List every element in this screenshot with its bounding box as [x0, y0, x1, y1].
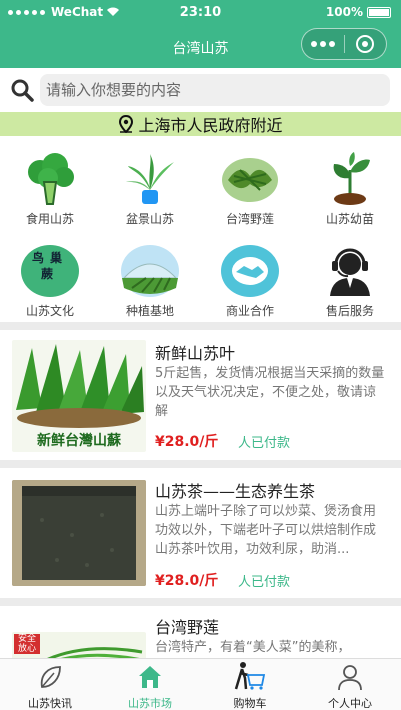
category-label: 种植基地 — [125, 304, 174, 318]
tab-market[interactable]: 山苏市场 — [100, 659, 200, 710]
search-input[interactable] — [40, 74, 390, 106]
product-image-caption: 新鲜台灣山蘇 — [37, 433, 121, 449]
product-card[interactable]: 安全 放心 台湾野莲 台湾特产，有着“美人菜”的美称， — [0, 606, 401, 658]
category-wild-lotus[interactable]: 台湾野莲 — [200, 152, 300, 227]
greenhouse-icon — [121, 245, 179, 297]
battery-icon — [367, 6, 391, 18]
broccoli-icon — [28, 153, 74, 205]
status-bar: WeChat 23:10 100% — [0, 0, 401, 26]
category-plantation[interactable]: 种植基地 — [100, 244, 200, 319]
category-label: 商业合作 — [225, 304, 274, 318]
section-divider — [0, 460, 401, 468]
location-text: 上海市人民政府附近 — [138, 116, 283, 135]
category-aftersales[interactable]: 售后服务 — [300, 244, 400, 319]
close-circle-icon — [356, 35, 375, 53]
search-bar — [0, 68, 401, 112]
battery-percent: 100% — [325, 5, 363, 19]
category-label: 台湾野莲 — [225, 212, 274, 226]
tab-label: 购物车 — [233, 697, 267, 710]
product-image: 安全 放心 — [12, 632, 146, 658]
tab-news[interactable]: 山苏快讯 — [0, 659, 100, 710]
cart-icon — [234, 662, 266, 690]
mini-program-capsule — [301, 28, 387, 60]
category-label: 山苏文化 — [25, 304, 74, 318]
potted-plant-icon — [126, 154, 174, 204]
close-program-button[interactable] — [344, 35, 386, 53]
lotus-stems-image — [47, 647, 143, 658]
tab-cart[interactable]: 购物车 — [200, 659, 300, 710]
section-divider — [0, 598, 401, 606]
category-label: 山苏幼苗 — [325, 212, 374, 226]
location-pin-icon — [119, 115, 134, 133]
vegetable-bowl-icon — [222, 158, 278, 202]
bottom-tab-bar: 山苏快讯 山苏市场 购物车 个人中心 — [0, 658, 401, 710]
category-culture[interactable]: 鸟巢蕨 山苏文化 — [0, 244, 100, 319]
category-label: 食用山苏 — [25, 212, 74, 226]
battery-indicator: 100% — [326, 5, 391, 19]
home-icon — [139, 666, 161, 688]
category-edible[interactable]: 食用山苏 — [0, 152, 100, 227]
category-label: 盆景山苏 — [125, 212, 174, 226]
more-menu-button[interactable] — [302, 41, 344, 47]
user-icon — [338, 665, 362, 691]
fern-leaves-image — [16, 344, 144, 428]
seedling-icon — [333, 152, 370, 205]
culture-badge-text: 鸟巢蕨 — [31, 251, 68, 281]
location-bar[interactable]: 上海市人民政府附近 — [0, 112, 401, 136]
tab-label: 个人中心 — [328, 697, 372, 710]
product-price: ¥28.0/斤 — [155, 573, 219, 589]
handshake-icon — [221, 245, 279, 297]
tab-label: 山苏快讯 — [28, 697, 72, 710]
tab-label: 山苏市场 — [128, 697, 172, 710]
product-price: ¥28.0/斤 — [155, 434, 219, 450]
product-paid-count: 人已付款 — [238, 436, 291, 451]
category-grid: 食用山苏 盆景山苏 台湾野莲 山苏幼苗 鸟巢蕨 山苏文化 种植基地 商业合作 售… — [0, 140, 401, 322]
tea-package-image — [12, 480, 146, 586]
product-title: 山苏茶——生态养生茶 — [155, 482, 316, 501]
product-image — [12, 480, 146, 586]
product-paid-count: 人已付款 — [238, 575, 291, 590]
product-image: 新鲜台灣山蘇 — [12, 340, 146, 452]
category-potted[interactable]: 盆景山苏 — [100, 152, 200, 227]
leaf-icon — [40, 666, 61, 688]
product-card[interactable]: 山苏茶——生态养生茶 山苏上端叶子除了可以炒菜、煲汤食用功效以外，下端老叶子可以… — [0, 468, 401, 598]
category-business[interactable]: 商业合作 — [200, 244, 300, 319]
product-title: 台湾野莲 — [155, 618, 220, 637]
section-divider — [0, 322, 401, 330]
product-title: 新鲜山苏叶 — [155, 344, 236, 363]
product-description: 台湾特产，有着“美人菜”的美称， — [155, 640, 351, 655]
product-card[interactable]: 新鲜台灣山蘇 新鲜山苏叶 5斤起售，发货情况根据当天采摘的数量以及天气状况决定，… — [0, 330, 401, 460]
category-label: 售后服务 — [325, 304, 374, 318]
top-bar: WeChat 23:10 100% 台湾山苏 — [0, 0, 401, 68]
headset-service-icon — [330, 248, 370, 296]
product-description: 5斤起售，发货情况根据当天采摘的数量以及天气状况决定，不便之处，敬请谅解 — [155, 366, 385, 419]
tab-profile[interactable]: 个人中心 — [300, 659, 400, 710]
product-description: 山苏上端叶子除了可以炒菜、煲汤食用功效以外，下端老叶子可以烘焙制作成山苏茶叶饮用… — [155, 504, 377, 557]
category-seedling[interactable]: 山苏幼苗 — [300, 152, 400, 227]
search-icon[interactable] — [10, 78, 34, 102]
